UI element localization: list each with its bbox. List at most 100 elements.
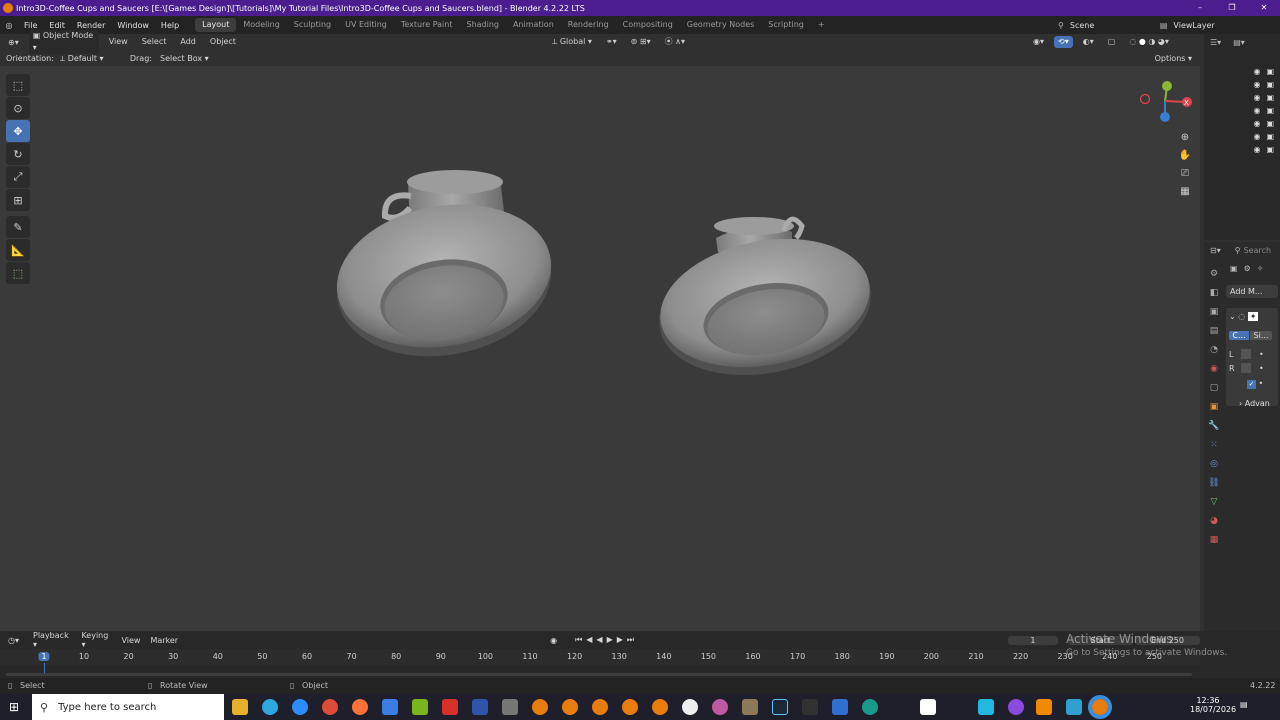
outliner-row[interactable]: ◉ ▣ [1204, 130, 1280, 143]
navigation-gizmo[interactable]: X [1139, 81, 1193, 122]
display-mode-icon[interactable]: ▤▾ [1233, 38, 1245, 47]
app-red-icon[interactable] [442, 699, 458, 715]
ortho-grid-icon[interactable]: ▦ [1175, 182, 1195, 200]
modifier-header[interactable]: ⌄ ◌ ✦ [1229, 312, 1275, 321]
menu-edit[interactable]: Edit [43, 21, 71, 30]
outliner-editor-icon[interactable]: ☰▾ [1210, 38, 1221, 47]
gimp-icon[interactable] [742, 699, 758, 715]
timeline-view-menu[interactable]: View [121, 636, 140, 645]
visibility-eye-icon[interactable]: ◉ [1253, 145, 1260, 154]
add-cube-tool-icon[interactable]: ⬚ [6, 262, 30, 284]
editor-type-icon[interactable]: ⊕▾ [8, 38, 19, 47]
menu-add[interactable]: Add [176, 36, 200, 48]
modifier-l-field[interactable] [1241, 349, 1251, 359]
render-camera-icon[interactable]: ▣ [1266, 67, 1274, 76]
object-tab-icon[interactable]: ▣ [1207, 400, 1221, 414]
blender-icon-2[interactable] [562, 699, 578, 715]
menu-help[interactable]: Help [155, 21, 185, 30]
render-camera-icon[interactable]: ▣ [1266, 119, 1274, 128]
advanced-section[interactable]: › Advan [1229, 399, 1275, 408]
minimize-button[interactable]: – [1184, 0, 1216, 16]
frame-ruler[interactable]: 1 10 20 30 40 50 60 70 80 90 100 110 120 130 140 150 160… [0, 649, 1200, 675]
notifications-icon[interactable]: ▤ [1240, 700, 1248, 709]
cup-saucer-left[interactable] [325, 170, 563, 373]
timeline-scrollbar[interactable] [6, 673, 1192, 676]
add-modifier-button[interactable]: Add M... [1226, 285, 1278, 298]
visibility-eye-icon[interactable]: ◉ [1253, 80, 1260, 89]
current-frame-field[interactable]: 1 [1008, 635, 1058, 645]
move-tool-icon[interactable]: ✥ [6, 120, 30, 142]
drag-dropdown[interactable]: Select Box ▾ [160, 54, 209, 63]
options-dropdown[interactable]: Options ▾ [1155, 54, 1192, 63]
outliner-row[interactable]: ◉ ▣ [1204, 65, 1280, 78]
physics-tab-icon[interactable]: ◎ [1207, 457, 1221, 471]
keying-menu[interactable]: Keying ▾ [81, 631, 113, 649]
annotate-tool-icon[interactable]: ✎ [6, 216, 30, 238]
render-camera-icon[interactable]: ▣ [1266, 93, 1274, 102]
blender-icon-1[interactable] [532, 699, 548, 715]
vlc-icon[interactable] [1036, 699, 1052, 715]
app-blue-icon[interactable] [382, 699, 398, 715]
tool-tab-icon[interactable]: ⚙ [1207, 267, 1221, 281]
outliner-row[interactable]: ◉ ▣ [1204, 91, 1280, 104]
gizmo-toggle-icon[interactable]: ⟲▾ [1054, 36, 1073, 48]
zoom-icon[interactable]: ⊕ [1175, 128, 1195, 146]
measure-tool-icon[interactable]: 📐 [6, 239, 30, 261]
3d-viewport[interactable]: X ⊕ ✋ ⎚ ▦ [0, 66, 1200, 631]
view-layer-tab-icon[interactable]: ▤ [1207, 324, 1221, 338]
tab-layout[interactable]: Layout [195, 18, 237, 32]
close-button[interactable]: ✕ [1248, 0, 1280, 16]
epic-games-icon[interactable] [802, 699, 818, 715]
marker-menu[interactable]: Marker [150, 636, 178, 645]
notion-icon[interactable] [920, 699, 936, 715]
xray-icon[interactable]: ▢ [1104, 36, 1120, 48]
blender-icon-3[interactable] [592, 699, 608, 715]
collection-tab-icon[interactable]: ▢ [1207, 381, 1221, 395]
tab-rendering[interactable]: Rendering [561, 18, 616, 32]
blender-menu-icon[interactable]: ◎ [0, 21, 18, 30]
add-workspace-button[interactable]: + [811, 18, 832, 32]
material-tab-icon[interactable]: ◕ [1207, 514, 1221, 528]
app-purple-icon[interactable] [1008, 699, 1024, 715]
transform-tool-icon[interactable]: ⊞ [6, 189, 30, 211]
render-camera-icon[interactable]: ▣ [1266, 132, 1274, 141]
modifier-r-field[interactable] [1241, 363, 1251, 373]
pan-hand-icon[interactable]: ✋ [1175, 146, 1195, 164]
tray-clock[interactable]: 12:36 18/07/2026 [1190, 696, 1236, 714]
scene-tab-icon[interactable]: ◔ [1207, 343, 1221, 357]
telegram-icon[interactable] [262, 699, 278, 715]
outliner-row[interactable]: ◉ ▣ [1204, 117, 1280, 130]
maximize-button[interactable]: ❐ [1216, 0, 1248, 16]
app-fish-icon[interactable] [1066, 699, 1082, 715]
playback-controls[interactable]: ⏮◀◀▶▶⏭ [575, 635, 638, 645]
app-screen-icon[interactable] [472, 699, 488, 715]
tab-modeling[interactable]: Modeling [236, 18, 286, 32]
snap-icon[interactable]: ⊚ ⊞▾ [627, 36, 655, 48]
taskbar-search[interactable]: ⚲ Type here to search [32, 694, 224, 720]
modifier-s-button[interactable]: Si... [1250, 331, 1272, 340]
tab-scripting[interactable]: Scripting [761, 18, 811, 32]
auto-key-icon[interactable]: ◉ [550, 636, 557, 645]
menu-file[interactable]: File [18, 21, 43, 30]
orientation-dropdown[interactable]: ⟂ Default ▾ [60, 54, 124, 64]
modifier-tab-icon[interactable]: 🔧 [1207, 419, 1221, 433]
view-layer-selector[interactable]: ViewLayer [1173, 21, 1214, 30]
shading-modes-icon[interactable]: ◌ ● ◑ ◕▾ [1125, 36, 1173, 48]
pin-icon[interactable]: ✧ [1257, 264, 1264, 273]
select-box-tool-icon[interactable]: ⬚ [6, 74, 30, 96]
menu-select[interactable]: Select [138, 36, 171, 48]
modifier-checkbox[interactable]: ✓ [1247, 380, 1256, 389]
cursor-tool-icon[interactable]: ⊙ [6, 97, 30, 119]
firefox-icon[interactable] [352, 699, 368, 715]
tab-shading[interactable]: Shading [459, 18, 506, 32]
tab-compositing[interactable]: Compositing [616, 18, 680, 32]
rotate-tool-icon[interactable]: ↻ [6, 143, 30, 165]
app-cyan-icon[interactable] [978, 699, 994, 715]
menu-view[interactable]: View [105, 36, 132, 48]
properties-search[interactable]: Search [1244, 246, 1271, 255]
blender-icon-5[interactable] [652, 699, 668, 715]
file-explorer-icon[interactable] [232, 699, 248, 715]
data-tab-icon[interactable]: ▽ [1207, 495, 1221, 509]
tab-geometry-nodes[interactable]: Geometry Nodes [680, 18, 761, 32]
app-teal-icon[interactable] [862, 699, 878, 715]
